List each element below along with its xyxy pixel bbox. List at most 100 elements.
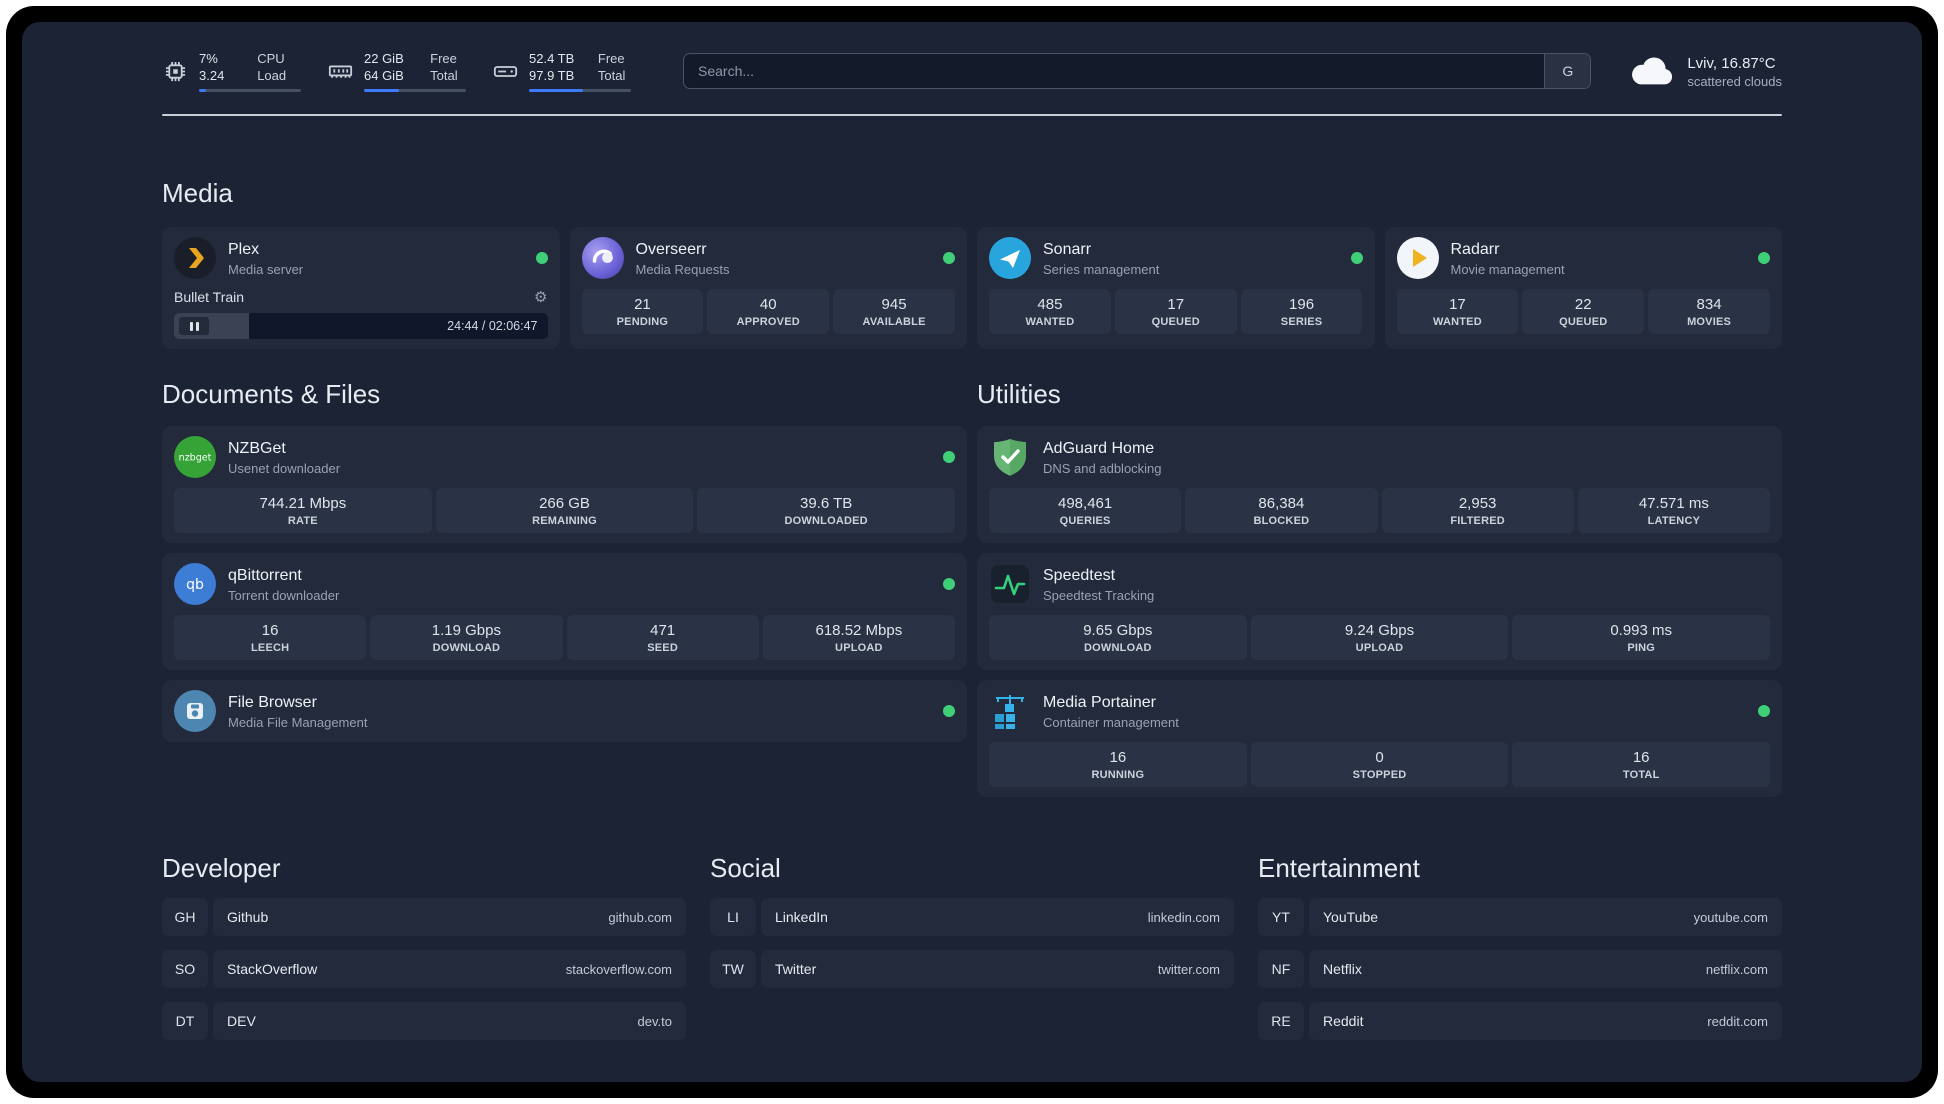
cpu-usage-value: 7% [199,51,218,66]
device-bezel: 7% CPU 3.24 Load 22 GiB Free 64 GiB Tota… [6,6,1938,1098]
app-name: Plex [228,240,260,258]
cpu-load-value: 3.24 [199,68,225,84]
stat-tile: 22 QUEUED [1522,289,1645,335]
stat-value: 1.19 Gbps [431,622,501,640]
radarr-card: Radarr Movie management 17 WANTED 22 QUE… [1384,227,1782,350]
stat-value: 40 [759,296,777,314]
stat-tile: 196 SERIES [1240,289,1363,335]
stat-tile: 16 LEECH [174,615,367,661]
dashboard: 7% CPU 3.24 Load 22 GiB Free 64 GiB Tota… [22,22,1922,1082]
adguard-app-link[interactable]: AdGuard Home DNS and adblocking [989,436,1770,478]
stat-label: QUEUED [1559,316,1608,329]
twitter-badge[interactable]: TW [710,950,756,989]
stat-label: PENDING [616,316,669,329]
ram-metric: 22 GiB Free 64 GiB Total [327,50,466,93]
qbittorrent-app-link[interactable]: qb qBittorrent Torrent downloader [174,563,955,606]
plex-icon [174,237,216,280]
overseerr-app-link[interactable]: Overseerr Media Requests [581,237,955,280]
stackoverflow-link[interactable]: StackOverflow stackoverflow.com [213,950,686,989]
stat-value: 47.571 ms [1638,495,1709,513]
search-engine-button[interactable]: G [1544,54,1591,89]
twitter-link[interactable]: Twitter twitter.com [761,950,1234,989]
stat-label: QUERIES [1059,515,1111,528]
stat-label: DOWNLOADED [784,515,868,528]
stat-tile: 17 QUEUED [1114,289,1237,335]
radarr-app-link[interactable]: Radarr Movie management [1396,237,1770,280]
stat-label: MOVIES [1687,316,1732,329]
cpu-metric: 7% CPU 3.24 Load [162,50,301,93]
stat-value: 471 [650,622,676,640]
linkedin-link[interactable]: LinkedIn linkedin.com [761,898,1234,937]
ram-total-value: 64 GiB [364,68,404,84]
stackoverflow-badge[interactable]: SO [162,950,208,989]
disk-progress-bar [529,89,631,93]
plex-app-link[interactable]: Plex Media server [174,237,548,280]
stat-value: 196 [1289,296,1315,314]
status-dot-online [943,578,955,591]
app-name: NZBGet [228,439,286,457]
youtube-link[interactable]: YouTube youtube.com [1309,898,1782,937]
player-settings-gear-icon[interactable]: ⚙ [534,290,547,305]
app-name: Media Portainer [1043,693,1156,711]
dev-badge[interactable]: DT [162,1002,208,1041]
link-name: Reddit [1323,1013,1364,1030]
stat-label: LEECH [250,642,290,655]
pause-button[interactable] [179,317,209,336]
app-subtitle: Torrent downloader [228,587,340,603]
stat-value: 22 [1574,296,1592,314]
stat-tile: 498,461 QUERIES [989,488,1182,534]
nzbget-app-link[interactable]: nzbget NZBGet Usenet downloader [174,436,955,479]
search-input[interactable] [684,54,1545,89]
app-name: AdGuard Home [1043,439,1155,457]
stat-value: 945 [881,296,907,314]
top-bar: 7% CPU 3.24 Load 22 GiB Free 64 GiB Tota… [162,50,1782,93]
stat-label: REMAINING [532,515,597,528]
app-name: File Browser [228,693,317,711]
section-title-documents: Documents & Files [162,379,381,410]
stat-value: 21 [634,296,651,314]
app-subtitle: DNS and adblocking [1043,460,1162,476]
playback-progress-bar[interactable]: 24:44 / 02:06:47 [174,313,548,340]
youtube-badge[interactable]: YT [1258,898,1304,937]
utilities-column: Utilities AdGuard Home DNS and adblockin… [977,379,1782,798]
stat-tile: 21 PENDING [581,289,704,335]
stat-tile: 945 AVAILABLE [833,289,955,335]
link-name: YouTube [1323,909,1379,926]
portainer-app-link[interactable]: Media Portainer Container management [989,690,1770,732]
stat-value: 16 [261,622,279,640]
stat-tile: 485 WANTED [989,289,1111,335]
weather-location-temp: Lviv, 16.87°C [1687,54,1776,72]
app-subtitle: Container management [1043,714,1179,730]
stat-label: APPROVED [736,316,800,329]
stat-label: DOWNLOAD [1084,642,1152,655]
stat-value: 9.65 Gbps [1083,622,1153,640]
app-subtitle: Speedtest Tracking [1043,587,1155,603]
adguard-icon [989,436,1031,478]
github-link[interactable]: Github github.com [213,898,686,937]
ram-progress-bar [364,89,466,93]
stat-tile: 16 TOTAL [1512,742,1771,788]
reddit-badge[interactable]: RE [1258,1002,1304,1041]
speedtest-app-link[interactable]: Speedtest Speedtest Tracking [989,563,1770,605]
stat-label: AVAILABLE [862,316,926,329]
stat-label: PING [1627,642,1656,655]
sonarr-app-link[interactable]: Sonarr Series management [989,237,1363,280]
qbittorrent-card: qb qBittorrent Torrent downloader 16 LEE… [162,553,967,671]
app-name: qBittorrent [228,566,302,584]
overseerr-card: Overseerr Media Requests 21 PENDING 40 A… [569,227,967,350]
netflix-link[interactable]: Netflix netflix.com [1309,950,1782,989]
filebrowser-app-link[interactable]: File Browser Media File Management [174,690,955,733]
netflix-badge[interactable]: NF [1258,950,1304,989]
dev-link[interactable]: DEV dev.to [213,1002,686,1041]
filebrowser-icon [174,690,216,733]
stat-value: 16 [1632,749,1650,767]
app-subtitle: Media server [228,261,304,277]
link-url: netflix.com [1705,961,1768,977]
speedtest-card: Speedtest Speedtest Tracking 9.65 Gbps D… [977,553,1782,671]
linkedin-badge[interactable]: LI [710,898,756,937]
github-badge[interactable]: GH [162,898,208,937]
sonarr-icon [989,237,1031,280]
app-subtitle: Series management [1043,261,1160,277]
reddit-link[interactable]: Reddit reddit.com [1309,1002,1782,1041]
stat-tile: 47.571 ms LATENCY [1577,488,1770,534]
